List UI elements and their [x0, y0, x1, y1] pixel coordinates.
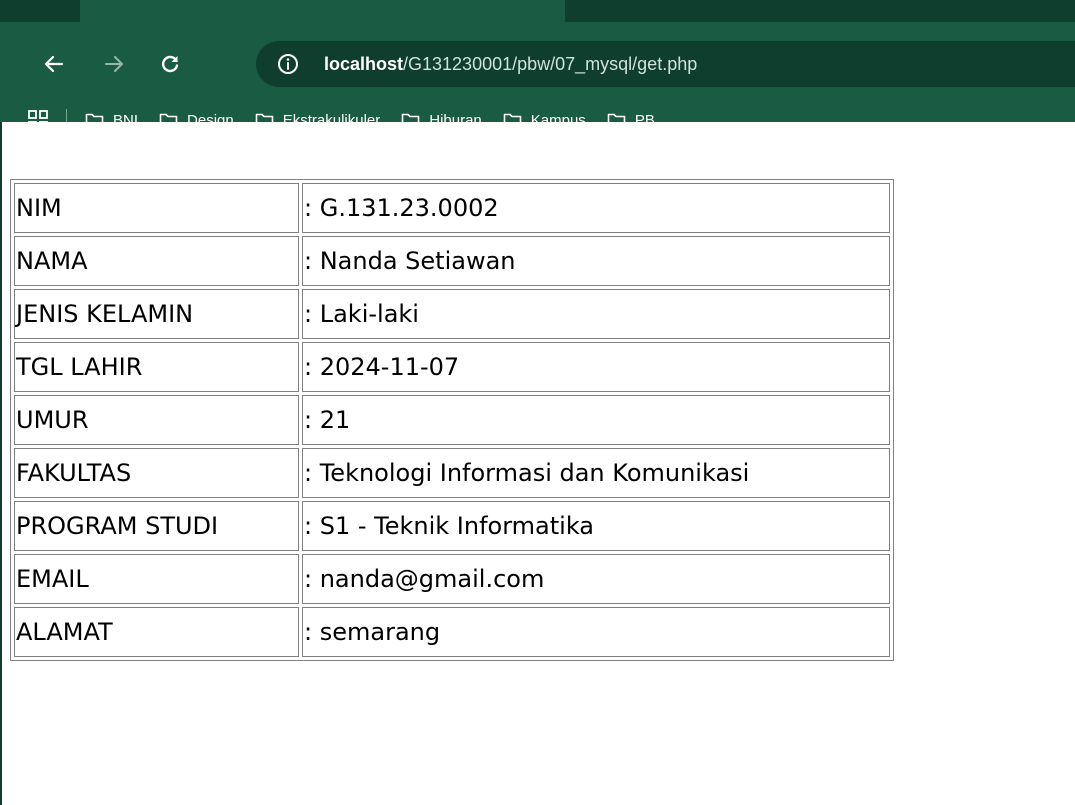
table-row: TGL LAHIR : 2024-11-07: [14, 342, 890, 392]
table-row: FAKULTAS : Teknologi Informasi dan Komun…: [14, 448, 890, 498]
row-label: JENIS KELAMIN: [14, 289, 299, 339]
browser-window: localhost/G131230001/pbw/07_mysql/get.ph…: [0, 0, 1075, 805]
row-value: : G.131.23.0002: [302, 183, 890, 233]
reload-icon: [162, 55, 179, 73]
row-label: PROGRAM STUDI: [14, 501, 299, 551]
student-info-table: NIM : G.131.23.0002 NAMA : Nanda Setiawa…: [10, 179, 894, 661]
back-button[interactable]: [34, 44, 74, 84]
table-row: NIM : G.131.23.0002: [14, 183, 890, 233]
active-tab[interactable]: [80, 0, 565, 22]
info-icon[interactable]: [276, 52, 300, 76]
row-value: : Teknologi Informasi dan Komunikasi: [302, 448, 890, 498]
table-row: NAMA : Nanda Setiawan: [14, 236, 890, 286]
table-row: ALAMAT : semarang: [14, 607, 890, 657]
tab-strip: [0, 0, 1075, 22]
row-label: NAMA: [14, 236, 299, 286]
table-row: PROGRAM STUDI : S1 - Teknik Informatika: [14, 501, 890, 551]
row-value: : nanda@gmail.com: [302, 554, 890, 604]
table-row: UMUR : 21: [14, 395, 890, 445]
row-label: NIM: [14, 183, 299, 233]
row-value: : S1 - Teknik Informatika: [302, 501, 890, 551]
row-value: : 2024-11-07: [302, 342, 890, 392]
url-host: localhost: [324, 54, 404, 74]
url-text[interactable]: localhost/G131230001/pbw/07_mysql/get.ph…: [324, 41, 697, 87]
page-content: NIM : G.131.23.0002 NAMA : Nanda Setiawa…: [0, 122, 1075, 805]
row-label: TGL LAHIR: [14, 342, 299, 392]
table-row: JENIS KELAMIN : Laki-laki: [14, 289, 890, 339]
row-label: ALAMAT: [14, 607, 299, 657]
row-label: UMUR: [14, 395, 299, 445]
url-path: /G131230001/pbw/07_mysql/get.php: [403, 54, 698, 74]
forward-button[interactable]: [94, 44, 134, 84]
row-label: FAKULTAS: [14, 448, 299, 498]
row-value: : Nanda Setiawan: [302, 236, 890, 286]
row-label: EMAIL: [14, 554, 299, 604]
arrow-left-icon: [44, 55, 64, 73]
address-bar[interactable]: localhost/G131230001/pbw/07_mysql/get.ph…: [256, 41, 1075, 87]
row-value: : semarang: [302, 607, 890, 657]
arrow-right-icon: [105, 56, 123, 72]
row-value: : Laki-laki: [302, 289, 890, 339]
table-row: EMAIL : nanda@gmail.com: [14, 554, 890, 604]
row-value: : 21: [302, 395, 890, 445]
reload-button[interactable]: [150, 44, 190, 84]
browser-toolbar: localhost/G131230001/pbw/07_mysql/get.ph…: [0, 22, 1075, 131]
